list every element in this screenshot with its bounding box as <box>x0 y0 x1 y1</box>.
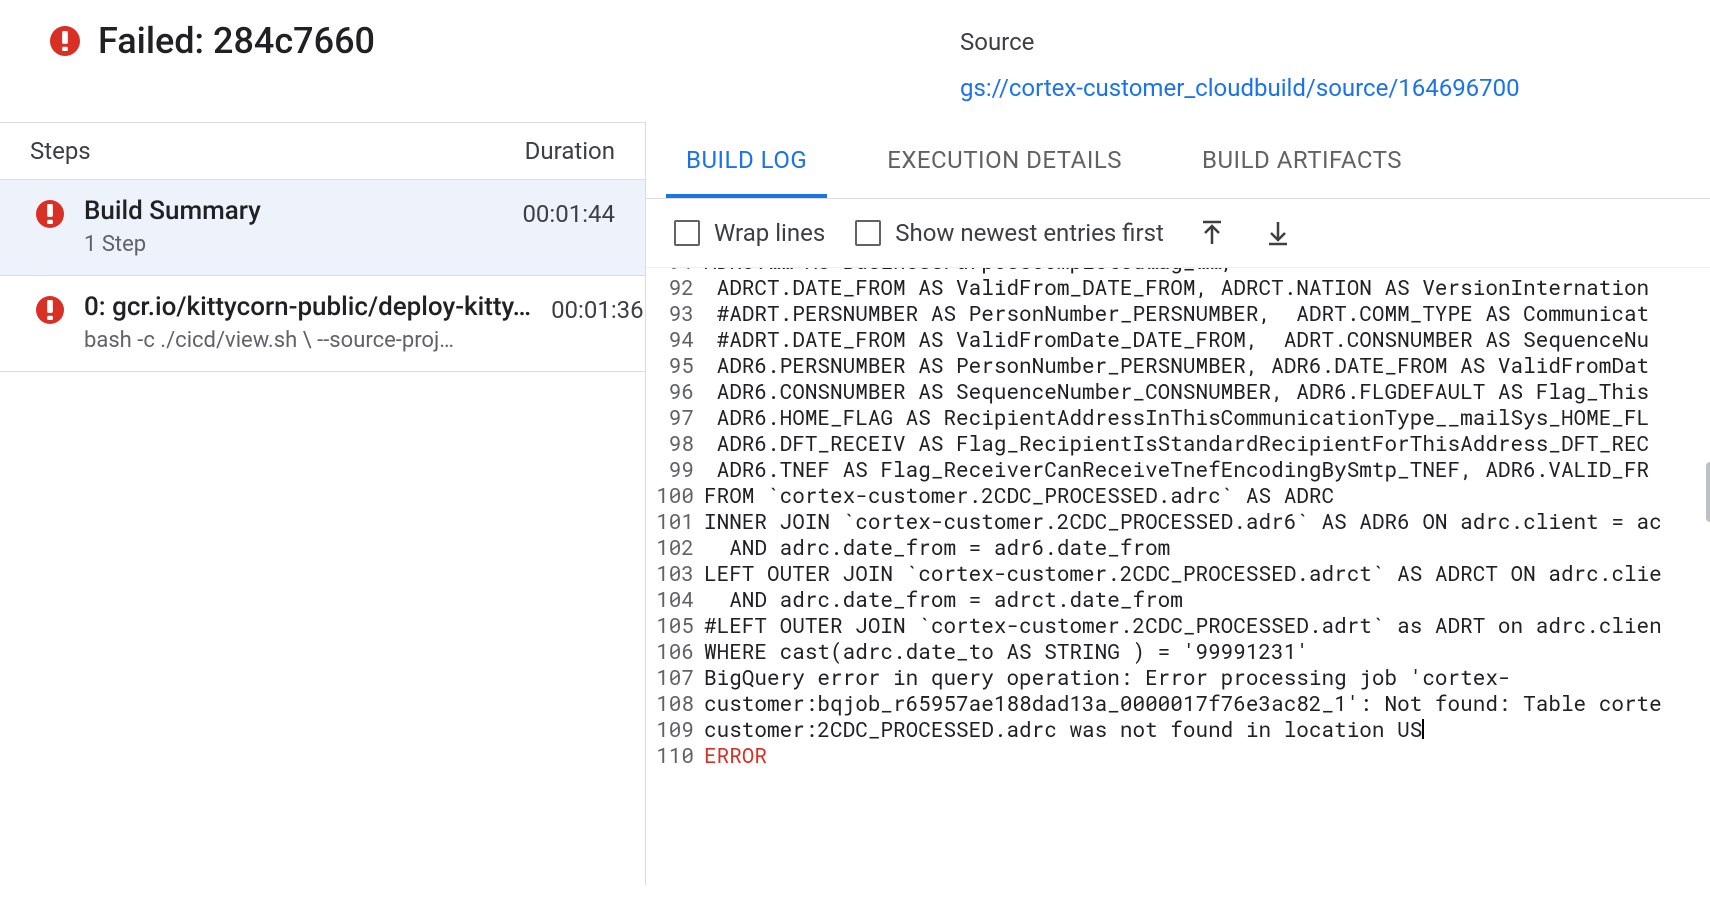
tab-build-artifacts[interactable]: BUILD ARTIFACTS <box>1182 122 1422 198</box>
log-line: 93 #ADRT.PERSNUMBER AS PersonNumber_PERS… <box>646 300 1710 326</box>
line-content: ADR6.CONSNUMBER AS SequenceNumber_CONSNU… <box>704 378 1710 404</box>
text-cursor <box>1422 719 1424 739</box>
step-duration: 00:01:36 <box>551 296 644 324</box>
checkbox-icon <box>674 220 700 246</box>
line-number: 109 <box>646 716 704 742</box>
log-line: 97 ADR6.HOME_FLAG AS RecipientAddressInT… <box>646 404 1710 430</box>
log-output[interactable]: 91ADRC.…… AS BusinessPurposeCompleted…ag… <box>646 267 1710 885</box>
log-line: 107BigQuery error in query operation: Er… <box>646 664 1710 690</box>
line-content: ADR6.HOME_FLAG AS RecipientAddressInThis… <box>704 404 1710 430</box>
log-line: 92 ADRCT.DATE_FROM AS ValidFrom_DATE_FRO… <box>646 274 1710 300</box>
line-content: ADR6.DFT_RECEIV AS Flag_RecipientIsStand… <box>704 430 1710 456</box>
log-line: 110ERROR <box>646 742 1710 768</box>
checkbox-icon <box>855 220 881 246</box>
line-content: AND adrc.date_from = adrct.date_from <box>704 586 1710 612</box>
line-content: ADRCT.DATE_FROM AS ValidFrom_DATE_FROM, … <box>704 274 1710 300</box>
line-content: ADR6.PERSNUMBER AS PersonNumber_PERSNUMB… <box>704 352 1710 378</box>
scrollbar-thumb[interactable] <box>1706 462 1710 522</box>
tabs: BUILD LOG EXECUTION DETAILS BUILD ARTIFACT… <box>646 122 1710 199</box>
log-line: 95 ADR6.PERSNUMBER AS PersonNumber_PERSN… <box>646 352 1710 378</box>
tab-build-log[interactable]: BUILD LOG <box>666 122 827 198</box>
line-number: 96 <box>646 378 704 404</box>
steps-panel: Steps Duration Build Summary 1 Step 00:0… <box>0 122 645 885</box>
log-line: 99 ADR6.TNEF AS Flag_ReceiverCanReceiveT… <box>646 456 1710 482</box>
line-number: 94 <box>646 326 704 352</box>
step-subtitle: bash -c ./cicd/view.sh \ --source-proj… <box>84 328 531 353</box>
line-number: 105 <box>646 612 704 638</box>
log-line: 102 AND adrc.date_from = adr6.date_from <box>646 534 1710 560</box>
log-line: 106WHERE cast(adrc.date_to AS STRING ) =… <box>646 638 1710 664</box>
steps-header-label: Steps <box>30 137 525 165</box>
log-line: 109customer:2CDC_PROCESSED.adrc was not … <box>646 716 1710 742</box>
step-subtitle: 1 Step <box>84 232 502 257</box>
line-number: 93 <box>646 300 704 326</box>
log-line: 101INNER JOIN `cortex-customer.2CDC_PROC… <box>646 508 1710 534</box>
line-number: 102 <box>646 534 704 560</box>
line-content: #ADRT.DATE_FROM AS ValidFromDate_DATE_FR… <box>704 326 1710 352</box>
show-newest-label: Show newest entries first <box>895 219 1164 247</box>
log-line: 108customer:bqjob_r65957ae188dad13a_0000… <box>646 690 1710 716</box>
step-title: 0: gcr.io/kittycorn-public/deploy-kitty… <box>84 292 531 322</box>
line-content: WHERE cast(adrc.date_to AS STRING ) = '9… <box>704 638 1710 664</box>
log-line: 96 ADR6.CONSNUMBER AS SequenceNumber_CON… <box>646 378 1710 404</box>
line-content: FROM `cortex-customer.2CDC_PROCESSED.adr… <box>704 482 1710 508</box>
line-number: 107 <box>646 664 704 690</box>
error-icon <box>36 296 64 324</box>
line-content: LEFT OUTER JOIN `cortex-customer.2CDC_PR… <box>704 560 1710 586</box>
log-line: 103LEFT OUTER JOIN `cortex-customer.2CDC… <box>646 560 1710 586</box>
line-number: 98 <box>646 430 704 456</box>
line-number: 99 <box>646 456 704 482</box>
line-number: 101 <box>646 508 704 534</box>
wrap-lines-label: Wrap lines <box>714 219 825 247</box>
download-icon[interactable] <box>1260 215 1296 251</box>
line-number: 103 <box>646 560 704 586</box>
tab-execution-details[interactable]: EXECUTION DETAILS <box>867 122 1142 198</box>
log-line: 94 #ADRT.DATE_FROM AS ValidFromDate_DATE… <box>646 326 1710 352</box>
step-row[interactable]: 0: gcr.io/kittycorn-public/deploy-kitty…… <box>0 276 645 372</box>
log-line: 105#LEFT OUTER JOIN `cortex-customer.2CD… <box>646 612 1710 638</box>
step-row[interactable]: Build Summary 1 Step 00:01:44 <box>0 180 645 276</box>
wrap-lines-checkbox[interactable]: Wrap lines <box>674 219 825 247</box>
line-content: customer:2CDC_PROCESSED.adrc was not fou… <box>704 716 1710 742</box>
line-number: 97 <box>646 404 704 430</box>
line-content: AND adrc.date_from = adr6.date_from <box>704 534 1710 560</box>
line-number: 92 <box>646 274 704 300</box>
line-number: 108 <box>646 690 704 716</box>
log-line: 104 AND adrc.date_from = adrct.date_from <box>646 586 1710 612</box>
line-number: 104 <box>646 586 704 612</box>
line-content: BigQuery error in query operation: Error… <box>704 664 1710 690</box>
line-number: 106 <box>646 638 704 664</box>
step-duration: 00:01:44 <box>522 200 615 228</box>
error-icon <box>50 26 80 56</box>
log-line: 98 ADR6.DFT_RECEIV AS Flag_RecipientIsSt… <box>646 430 1710 456</box>
line-content: ADR6.TNEF AS Flag_ReceiverCanReceiveTnef… <box>704 456 1710 482</box>
show-newest-checkbox[interactable]: Show newest entries first <box>855 219 1164 247</box>
step-title: Build Summary <box>84 196 502 226</box>
line-number: 100 <box>646 482 704 508</box>
line-content: customer:bqjob_r65957ae188dad13a_0000017… <box>704 690 1710 716</box>
line-content: #ADRT.PERSNUMBER AS PersonNumber_PERSNUM… <box>704 300 1710 326</box>
duration-header-label: Duration <box>525 137 615 165</box>
log-line: 100FROM `cortex-customer.2CDC_PROCESSED.… <box>646 482 1710 508</box>
source-label: Source <box>960 28 1680 56</box>
source-link[interactable]: gs://cortex-customer_cloudbuild/source/1… <box>960 74 1520 102</box>
line-content: #LEFT OUTER JOIN `cortex-customer.2CDC_P… <box>704 612 1710 638</box>
line-content: ERROR <box>704 742 1710 768</box>
line-number: 110 <box>646 742 704 768</box>
page-title: Failed: 284c7660 <box>98 20 375 62</box>
line-number: 95 <box>646 352 704 378</box>
scroll-to-top-icon[interactable] <box>1194 215 1230 251</box>
line-content: INNER JOIN `cortex-customer.2CDC_PROCESS… <box>704 508 1710 534</box>
error-icon <box>36 200 64 228</box>
